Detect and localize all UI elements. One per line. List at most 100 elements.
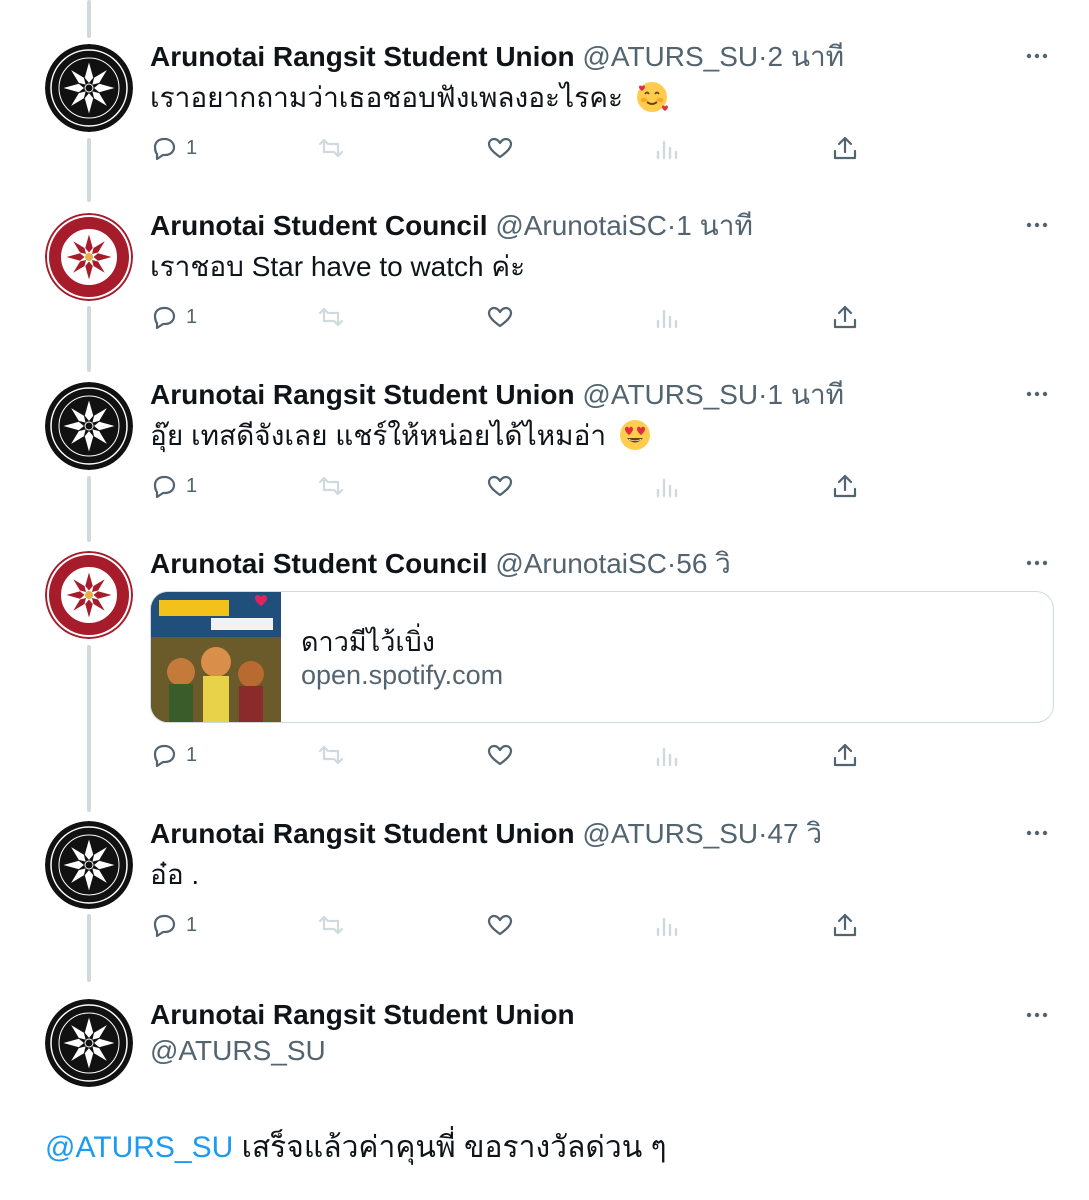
rangsit-union-avatar[interactable]: [45, 999, 133, 1087]
rangsit-union-avatar[interactable]: [45, 44, 133, 132]
views-icon: [656, 309, 678, 329]
thread-line: [87, 138, 91, 202]
views-button[interactable]: [653, 301, 681, 333]
display-name[interactable]: Arunotai Rangsit Student Union: [150, 379, 575, 410]
like-button[interactable]: [486, 739, 514, 771]
share-button[interactable]: [831, 301, 859, 333]
retweet-button[interactable]: [317, 470, 345, 502]
tweet-header: Arunotai Student Council @ArunotaiSC·56 …: [150, 547, 731, 581]
retweet-icon: [318, 915, 344, 935]
user-handle[interactable]: @ATURS_SU: [150, 1035, 326, 1067]
card-domain: open.spotify.com: [301, 660, 504, 690]
share-button[interactable]: [831, 132, 859, 164]
share-button[interactable]: [831, 470, 859, 502]
separator: ·: [666, 210, 677, 241]
tweet-header: Arunotai Rangsit Student Union @ATURS_SU…: [150, 378, 844, 412]
views-icon: [656, 478, 678, 498]
reply-button[interactable]: 1: [150, 909, 197, 941]
tweet-actions: 1: [150, 909, 870, 941]
more-options-icon[interactable]: [1023, 211, 1051, 239]
heart-icon: [487, 914, 513, 936]
album-cover-thumbnail: [151, 592, 281, 722]
separator: ·: [666, 548, 677, 579]
retweet-icon: [318, 307, 344, 327]
views-button[interactable]: [653, 909, 681, 941]
heart-icon: [487, 137, 513, 159]
user-handle[interactable]: @ArunotaiSC: [495, 548, 667, 579]
smiling-face-with-hearts-icon: [635, 80, 669, 114]
user-handle[interactable]: @ATURS_SU: [582, 818, 758, 849]
card-title: ดาวมีไว้เบิ่ง: [301, 627, 435, 657]
like-button[interactable]: [486, 301, 514, 333]
reply-icon: [153, 306, 176, 330]
rangsit-union-avatar[interactable]: [45, 382, 133, 470]
student-council-avatar[interactable]: [45, 213, 133, 301]
display-name[interactable]: Arunotai Student Council: [150, 210, 488, 241]
thread-line: [87, 476, 91, 542]
mention-link[interactable]: @ATURS_SU: [45, 1131, 233, 1164]
display-name[interactable]: Arunotai Rangsit Student Union: [150, 41, 575, 72]
share-button[interactable]: [831, 909, 859, 941]
retweet-icon: [318, 745, 344, 765]
retweet-icon: [318, 138, 344, 158]
display-name[interactable]: Arunotai Student Council: [150, 548, 488, 579]
thread-line: [87, 306, 91, 372]
views-icon: [656, 917, 678, 937]
student-council-avatar[interactable]: [45, 551, 133, 639]
views-button[interactable]: [653, 470, 681, 502]
heart-eyes-icon: [618, 418, 652, 452]
like-button[interactable]: [486, 909, 514, 941]
more-options-icon[interactable]: [1023, 549, 1051, 577]
timestamp[interactable]: 1 นาที: [767, 379, 844, 410]
timestamp[interactable]: 56 วิ: [676, 548, 731, 579]
display-name[interactable]: Arunotai Rangsit Student Union: [150, 999, 575, 1031]
tweet-actions: 1: [150, 470, 870, 502]
more-options-icon[interactable]: [1023, 1001, 1051, 1029]
like-button[interactable]: [486, 470, 514, 502]
heart-icon: [487, 475, 513, 497]
rangsit-union-avatar[interactable]: [45, 821, 133, 909]
tweet-text-content: อุ๊ย เทสดีจังเลย แชร์ให้หน่อยได้ไหมอ่า: [150, 420, 607, 451]
heart-icon: [487, 744, 513, 766]
share-button[interactable]: [831, 739, 859, 771]
retweet-button[interactable]: [317, 132, 345, 164]
share-icon: [833, 474, 857, 498]
tweet-header: Arunotai Rangsit Student Union @ATURS_SU…: [150, 40, 844, 74]
tweet-text: อุ๊ย เทสดีจังเลย แชร์ให้หน่อยได้ไหมอ่า: [150, 418, 652, 454]
reply-button[interactable]: 1: [150, 470, 197, 502]
reply-button[interactable]: 1: [150, 132, 197, 164]
reply-icon: [153, 475, 176, 499]
like-button[interactable]: [486, 132, 514, 164]
share-icon: [833, 913, 857, 937]
reply-icon: [153, 744, 176, 768]
link-preview-card[interactable]: ดาวมีไว้เบิ่ง open.spotify.com: [150, 591, 1054, 723]
user-handle[interactable]: @ATURS_SU: [582, 41, 758, 72]
focused-tweet-body: เสร็จแล้วค่าคุนพี่ ขอรางวัลด่วน ๆ: [233, 1131, 667, 1164]
user-handle[interactable]: @ATURS_SU: [582, 379, 758, 410]
user-handle[interactable]: @ArunotaiSC: [495, 210, 667, 241]
reply-button[interactable]: 1: [150, 301, 197, 333]
timestamp[interactable]: 47 วิ: [767, 818, 822, 849]
tweet-header: Arunotai Student Council @ArunotaiSC·1 น…: [150, 209, 753, 243]
more-options-icon[interactable]: [1023, 42, 1051, 70]
reply-count: 1: [186, 474, 198, 497]
tweet-actions: 1: [150, 301, 870, 333]
more-options-icon[interactable]: [1023, 380, 1051, 408]
heart-icon: [487, 306, 513, 328]
tweet-text: เราอยากถามว่าเธอชอบฟังเพลงอะไรคะ: [150, 80, 669, 116]
retweet-button[interactable]: [317, 909, 345, 941]
display-name[interactable]: Arunotai Rangsit Student Union: [150, 818, 575, 849]
timestamp[interactable]: 2 นาที: [767, 41, 844, 72]
more-options-icon[interactable]: [1023, 819, 1051, 847]
tweet-actions: 1: [150, 739, 870, 771]
views-button[interactable]: [653, 739, 681, 771]
reply-count: 1: [186, 743, 198, 766]
tweet-text: เราชอบ Star have to watch ค่ะ: [150, 251, 526, 282]
retweet-button[interactable]: [317, 301, 345, 333]
reply-count: 1: [186, 136, 198, 159]
retweet-button[interactable]: [317, 739, 345, 771]
reply-count: 1: [186, 913, 198, 936]
timestamp[interactable]: 1 นาที: [676, 210, 753, 241]
views-button[interactable]: [653, 132, 681, 164]
reply-button[interactable]: 1: [150, 739, 197, 771]
